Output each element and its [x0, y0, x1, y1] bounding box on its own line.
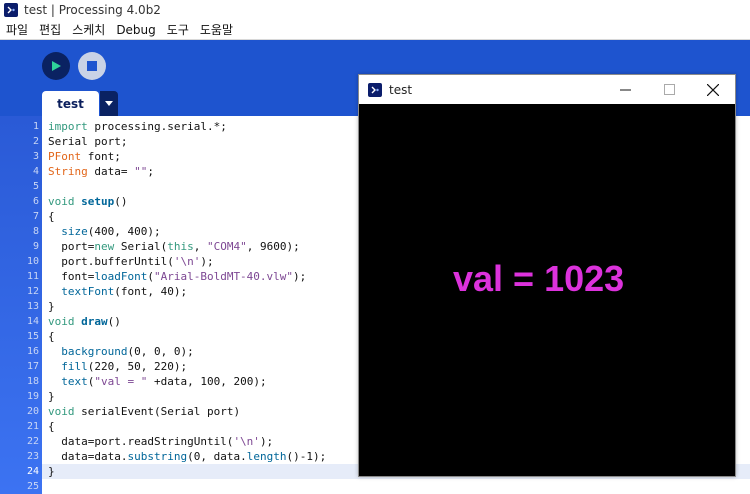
code-line-text: fill(220, 50, 220); — [61, 360, 188, 373]
minimize-icon — [619, 89, 631, 91]
line-number: 12 — [26, 286, 39, 297]
code-line-text: import processing.serial.*; — [48, 120, 227, 133]
code-line-text: { — [48, 210, 55, 223]
code-line-text: font=loadFont("Arial-BoldMT-40.vlw"); — [48, 270, 307, 283]
line-number-gutter: 1 2 3 4 5 6 7 8 9 10 11 12 13 14 15 16 17 18 19 20 21 22 23 24 2… — [0, 116, 42, 494]
sketch-title: test — [389, 82, 413, 97]
close-icon — [707, 83, 719, 96]
line-number: 3 — [32, 151, 39, 162]
run-button[interactable] — [42, 52, 70, 80]
line-number: 22 — [26, 436, 39, 447]
line-number: 17 — [26, 361, 39, 372]
line-number: 8 — [32, 226, 39, 237]
line-number: 20 — [26, 406, 39, 417]
play-icon — [52, 61, 61, 71]
line-number: 15 — [26, 331, 39, 342]
menu-help[interactable]: 도움말 — [195, 21, 239, 38]
menu-sketch[interactable]: 스케치 — [67, 21, 111, 38]
code-line-text: background(0, 0, 0); — [61, 345, 194, 358]
line-number: 25 — [26, 481, 39, 492]
code-line-text: port=new Serial(this, "COM4", 9600); — [48, 240, 300, 253]
sketch-window: test val = 1023 — [358, 74, 736, 477]
menu-file[interactable]: 파일 — [0, 21, 34, 38]
line-number: 16 — [26, 346, 39, 357]
code-line-text: { — [48, 420, 55, 433]
menu-bar: 파일 편집 스케치 Debug 도구 도움말 — [0, 20, 750, 40]
code-line-text: PFont font; — [48, 150, 121, 163]
line-number: 24 — [26, 466, 39, 477]
code-line-text: void serialEvent(Serial port) — [48, 405, 241, 418]
line-number: 13 — [26, 301, 39, 312]
code-line[interactable] — [42, 479, 750, 494]
line-number: 6 — [32, 196, 39, 207]
processing-logo-icon — [4, 3, 18, 17]
code-line-text: data=port.readStringUntil('\n'); — [48, 435, 274, 448]
line-number: 9 — [32, 241, 39, 252]
code-line-text: } — [48, 300, 55, 313]
stop-icon — [87, 61, 97, 71]
code-line-text: void setup() — [48, 195, 128, 208]
window-title: test | Processing 4.0b2 — [24, 3, 161, 17]
line-number: 10 — [26, 256, 39, 267]
line-number: 5 — [32, 181, 39, 192]
minimize-button[interactable] — [603, 75, 647, 104]
maximize-icon — [663, 84, 675, 95]
code-line-text: Serial port; — [48, 135, 128, 148]
menu-debug[interactable]: Debug — [111, 23, 161, 37]
chevron-down-icon — [105, 100, 113, 106]
code-line-text: size(400, 400); — [61, 225, 161, 238]
menu-edit[interactable]: 편집 — [34, 21, 67, 38]
code-line-text: { — [48, 330, 55, 343]
code-line-text: textFont(font, 40); — [61, 285, 188, 298]
code-line-text: } — [48, 390, 55, 403]
maximize-button[interactable] — [647, 75, 691, 104]
line-number: 7 — [32, 211, 39, 222]
close-button[interactable] — [691, 75, 735, 104]
line-number: 1 — [32, 121, 39, 132]
stop-button[interactable] — [78, 52, 106, 80]
line-number: 14 — [26, 316, 39, 327]
line-number: 4 — [32, 166, 39, 177]
sketch-canvas: val = 1023 — [359, 104, 735, 476]
line-number: 19 — [26, 391, 39, 402]
line-number: 2 — [32, 136, 39, 147]
code-line-text: data=data.substring(0, data.length()-1); — [48, 450, 327, 463]
tab-test[interactable]: test — [42, 91, 99, 116]
menu-tools[interactable]: 도구 — [162, 21, 195, 38]
code-line-text: String data= ""; — [48, 165, 154, 178]
line-number: 18 — [26, 376, 39, 387]
line-number: 23 — [26, 451, 39, 462]
line-number: 21 — [26, 421, 39, 432]
code-line-text: void draw() — [48, 315, 121, 328]
code-line-text: text("val = " +data, 100, 200); — [61, 375, 267, 388]
code-line-text: } — [48, 465, 55, 478]
line-number: 11 — [26, 271, 39, 282]
window-title-bar: test | Processing 4.0b2 — [0, 0, 750, 20]
processing-logo-icon — [368, 82, 382, 97]
sketch-output-text: val = 1023 — [453, 258, 625, 299]
tab-menu-button[interactable] — [100, 91, 118, 116]
code-line-text: port.bufferUntil('\n'); — [48, 255, 214, 268]
